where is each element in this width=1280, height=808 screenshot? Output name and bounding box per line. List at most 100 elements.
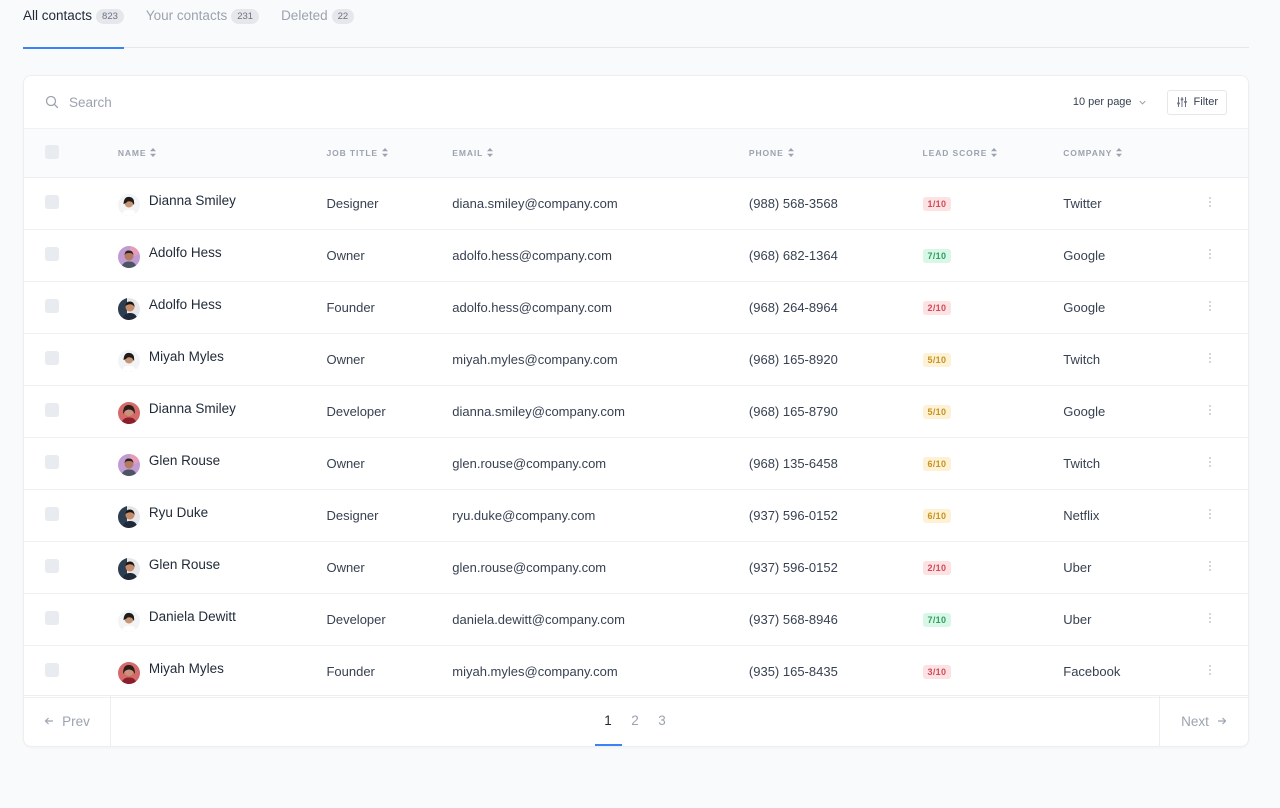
avatar — [117, 662, 140, 684]
sort-icon — [150, 148, 157, 158]
table-row[interactable]: Adolfo Hess Owner adolfo.hess@company.co… — [24, 229, 1248, 281]
row-checkbox[interactable] — [45, 402, 59, 417]
lead-score-badge: 2/10 — [922, 561, 952, 575]
more-vertical-icon[interactable] — [1203, 663, 1217, 677]
table-row[interactable]: Daniela Dewitt Developer daniela.dewitt@… — [24, 593, 1248, 645]
sort-email-header[interactable]: Email — [452, 148, 494, 158]
company: Netflix — [1063, 507, 1100, 523]
sort-icon — [787, 148, 794, 158]
row-checkbox[interactable] — [45, 454, 59, 469]
table-row[interactable]: Miyah Myles Owner miyah.myles@company.co… — [24, 333, 1248, 385]
phone: (968) 165-8920 — [748, 351, 838, 367]
page-1-button[interactable]: 1 — [594, 696, 622, 746]
table-row[interactable]: Miyah Myles Founder miyah.myles@company.… — [24, 645, 1248, 697]
sort-phone-header[interactable]: Phone — [749, 148, 794, 158]
column-lead-score-label: Lead score — [922, 147, 988, 158]
filter-button[interactable]: Filter — [1166, 89, 1227, 115]
avatar — [117, 610, 140, 632]
more-vertical-icon[interactable] — [1203, 559, 1217, 573]
company: Google — [1063, 247, 1106, 263]
column-phone-label: Phone — [748, 147, 784, 158]
select-all-checkbox[interactable] — [45, 144, 59, 159]
contact-name: Ryu Duke — [148, 504, 209, 520]
tab-label: Your contacts — [145, 8, 228, 23]
email: adolfo.hess@company.com — [452, 299, 612, 315]
job-title: Owner — [326, 559, 365, 575]
pagination: Prev 1 2 3 Next — [24, 695, 1248, 746]
sort-lead-score-header[interactable]: Lead score — [923, 148, 998, 158]
more-vertical-icon[interactable] — [1203, 507, 1217, 521]
table-row[interactable]: Ryu Duke Designer ryu.duke@company.com (… — [24, 489, 1248, 541]
tab-count-badge: 22 — [331, 9, 355, 24]
next-page-button[interactable]: Next — [1159, 696, 1248, 746]
table-row[interactable]: Dianna Smiley Designer diana.smiley@comp… — [24, 177, 1248, 229]
table-row[interactable]: Glen Rouse Owner glen.rouse@company.com … — [24, 541, 1248, 593]
email: ryu.duke@company.com — [452, 507, 596, 523]
table-toolbar: 10 per page Filter — [24, 76, 1248, 129]
row-checkbox[interactable] — [45, 610, 59, 625]
tab-your-contacts[interactable]: Your contacts 231 — [145, 0, 260, 48]
phone: (935) 165-8435 — [748, 663, 838, 679]
more-vertical-icon[interactable] — [1203, 299, 1217, 313]
more-vertical-icon[interactable] — [1203, 455, 1217, 469]
job-title: Developer — [326, 403, 386, 419]
more-vertical-icon[interactable] — [1203, 247, 1217, 261]
tab-deleted[interactable]: Deleted 22 — [281, 0, 355, 48]
table-row[interactable]: Adolfo Hess Founder adolfo.hess@company.… — [24, 281, 1248, 333]
sliders-icon — [1176, 97, 1187, 107]
row-checkbox[interactable] — [45, 194, 59, 209]
tab-all-contacts[interactable]: All contacts 823 — [23, 0, 124, 49]
company: Google — [1063, 299, 1106, 315]
table-row[interactable]: Dianna Smiley Developer dianna.smiley@co… — [24, 385, 1248, 437]
avatar — [117, 246, 140, 268]
phone: (968) 682-1364 — [748, 247, 838, 263]
row-checkbox[interactable] — [45, 298, 59, 313]
sort-icon — [487, 148, 494, 158]
row-checkbox[interactable] — [45, 558, 59, 573]
contact-name-cell: Miyah Myles — [117, 658, 327, 684]
contact-name-cell: Glen Rouse — [117, 450, 327, 476]
sort-name-header[interactable]: Name — [118, 148, 157, 158]
contacts-card: 10 per page Filter Name — [23, 75, 1249, 747]
row-checkbox[interactable] — [45, 662, 59, 677]
job-title: Designer — [326, 507, 379, 523]
contact-name-cell: Miyah Myles — [117, 346, 327, 372]
per-page-value: 10 per page — [1072, 96, 1132, 108]
row-checkbox[interactable] — [45, 350, 59, 365]
more-vertical-icon[interactable] — [1203, 195, 1217, 209]
more-vertical-icon[interactable] — [1203, 351, 1217, 365]
prev-page-button[interactable]: Prev — [24, 696, 111, 746]
tab-label: Deleted — [281, 8, 328, 23]
tab-label: All contacts — [23, 8, 93, 23]
tab-count-badge: 231 — [231, 9, 260, 24]
table-row[interactable]: Glen Rouse Owner glen.rouse@company.com … — [24, 437, 1248, 489]
row-checkbox[interactable] — [45, 506, 59, 521]
contact-name-cell: Glen Rouse — [117, 554, 327, 580]
page-3-button[interactable]: 3 — [649, 696, 676, 746]
avatar — [117, 194, 140, 216]
contact-name-cell: Adolfo Hess — [117, 242, 327, 268]
contact-name-cell: Dianna Smiley — [117, 190, 327, 216]
more-vertical-icon[interactable] — [1203, 403, 1217, 417]
avatar — [117, 402, 140, 424]
phone: (988) 568-3568 — [748, 195, 838, 211]
more-vertical-icon[interactable] — [1203, 611, 1217, 625]
company: Google — [1063, 403, 1106, 419]
email: adolfo.hess@company.com — [452, 247, 612, 263]
job-title: Founder — [326, 299, 375, 315]
lead-score-badge: 7/10 — [922, 613, 952, 627]
chevron-down-icon — [1138, 100, 1146, 105]
email: dianna.smiley@company.com — [452, 403, 625, 419]
sort-company-header[interactable]: Company — [1063, 148, 1123, 158]
contact-name: Glen Rouse — [148, 452, 221, 468]
sort-job-title-header[interactable]: Job title — [326, 148, 388, 158]
page-2-button[interactable]: 2 — [622, 696, 649, 746]
contacts-table: Name Job title Email Phone Lead score Co… — [24, 129, 1248, 698]
job-title: Founder — [326, 663, 375, 679]
row-checkbox[interactable] — [45, 246, 59, 261]
phone: (968) 264-8964 — [748, 299, 838, 315]
table-body: Dianna Smiley Designer diana.smiley@comp… — [24, 177, 1248, 697]
lead-score-badge: 1/10 — [922, 197, 952, 211]
search-input[interactable] — [69, 94, 469, 110]
per-page-select[interactable]: 10 per page — [1073, 96, 1147, 108]
